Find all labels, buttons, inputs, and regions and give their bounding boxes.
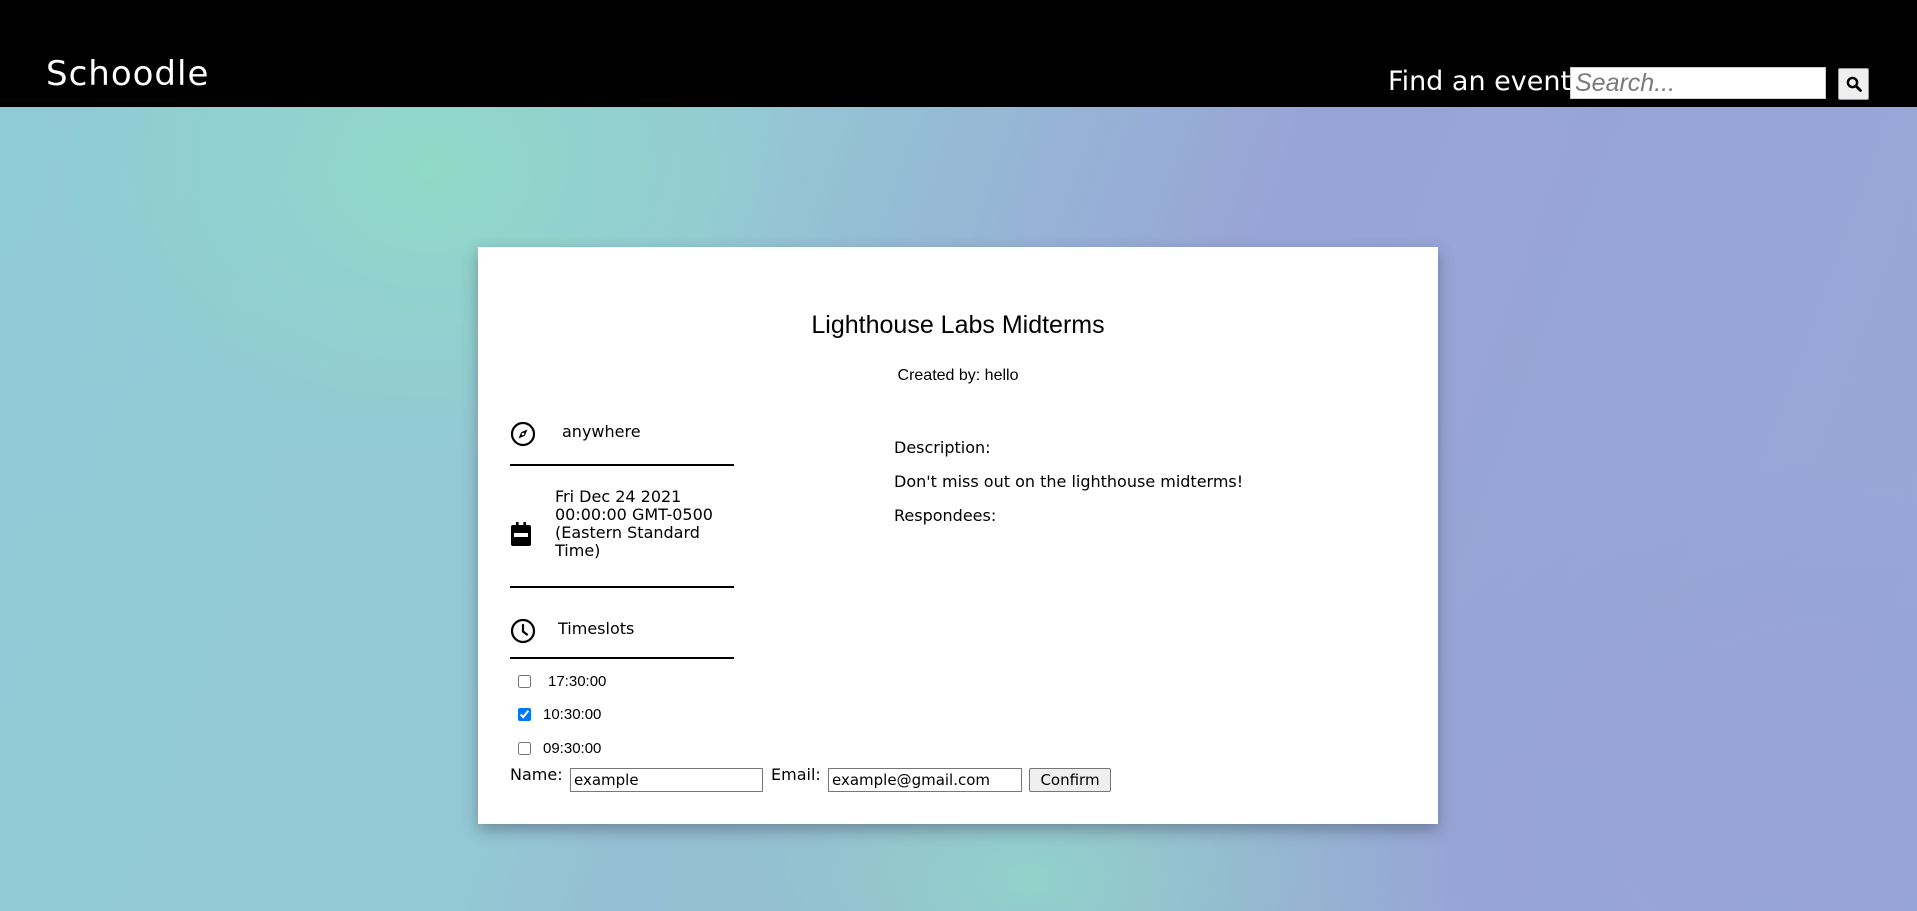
timeslot-option: 17:30:00 — [518, 670, 606, 692]
compass-icon — [510, 421, 536, 447]
timeslot-option: 10:30:00 — [518, 703, 601, 725]
search-button[interactable] — [1838, 68, 1869, 100]
brand-logo[interactable]: Schoodle — [46, 54, 209, 94]
timeslot-label: 17:30:00 — [548, 672, 607, 690]
timeslots-label: Timeslots — [558, 619, 635, 638]
clock-icon — [510, 618, 536, 644]
location-row: anywhere — [510, 407, 734, 466]
event-card: Lighthouse Labs Midterms Created by: hel… — [478, 247, 1438, 824]
email-label: Email: — [771, 765, 821, 784]
timeslot-label: 09:30:00 — [543, 739, 602, 757]
description-text: Don't miss out on the lighthouse midterm… — [894, 472, 1244, 491]
event-creator: Created by: hello — [897, 367, 1019, 384]
name-input[interactable] — [570, 768, 763, 792]
timeslot-checkbox[interactable] — [518, 707, 531, 721]
timeslot-checkbox[interactable] — [518, 741, 531, 755]
timeslots-row: Timeslots — [510, 607, 734, 659]
timeslot-label: 10:30:00 — [543, 705, 602, 723]
date-text: Fri Dec 24 2021 00:00:00 GMT-0500 (Easte… — [555, 487, 713, 560]
name-label: Name: — [510, 765, 563, 784]
date-row: Fri Dec 24 2021 00:00:00 GMT-0500 (Easte… — [510, 487, 734, 588]
search-input[interactable] — [1570, 67, 1826, 99]
location-text: anywhere — [562, 422, 641, 441]
search-icon — [1846, 76, 1862, 92]
timeslot-checkbox[interactable] — [518, 674, 531, 688]
top-navbar: Schoodle Find an event: — [0, 0, 1917, 107]
calendar-icon — [511, 522, 531, 546]
email-input[interactable] — [828, 768, 1022, 792]
confirm-button[interactable]: Confirm — [1029, 768, 1111, 792]
search-label: Find an event: — [1388, 66, 1581, 97]
description-label: Description: — [894, 438, 991, 457]
timeslot-option: 09:30:00 — [518, 737, 601, 759]
event-title: Lighthouse Labs Midterms — [811, 311, 1105, 339]
respondees-label: Respondees: — [894, 506, 997, 525]
